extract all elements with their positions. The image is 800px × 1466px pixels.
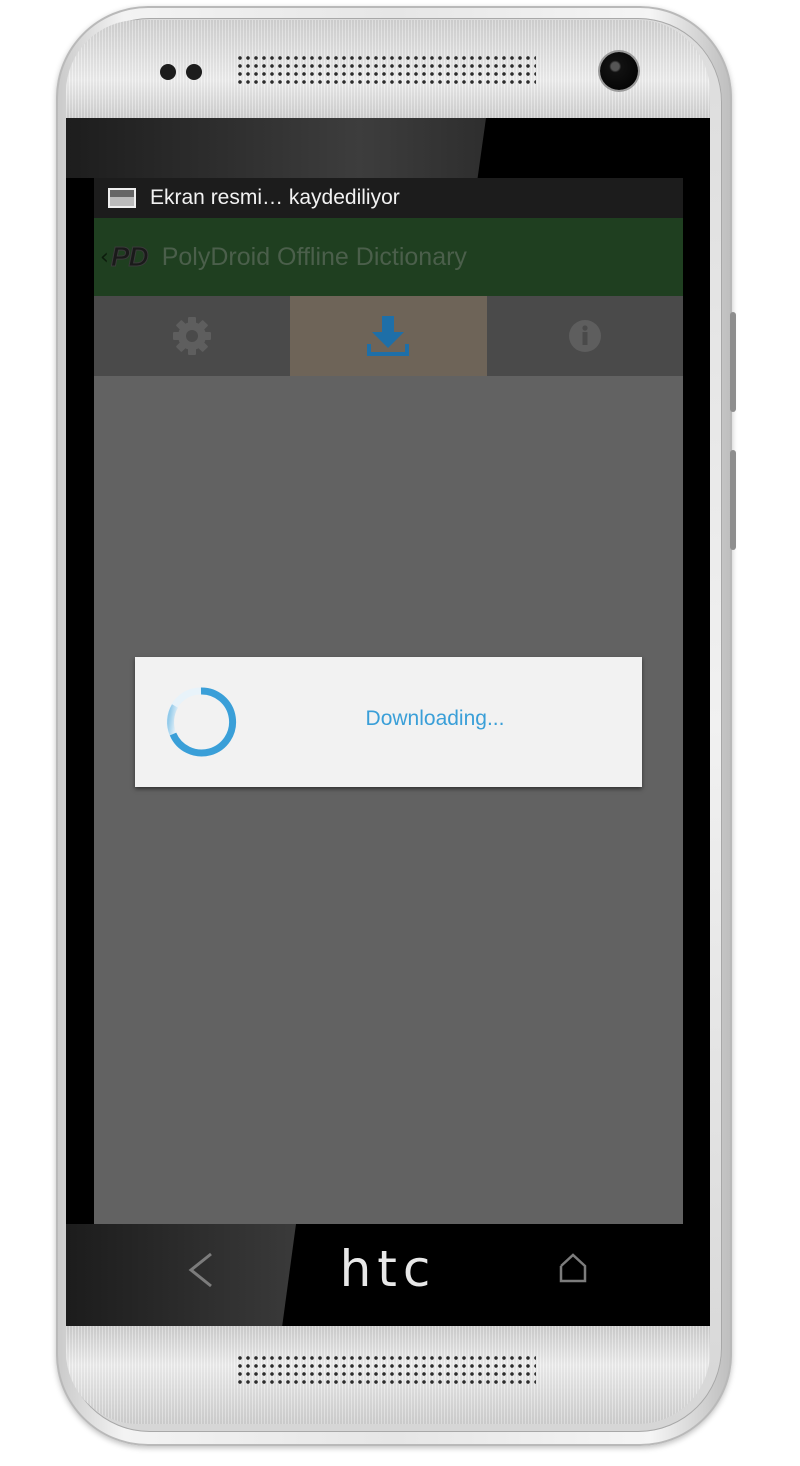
gear-icon (172, 316, 212, 356)
info-icon (568, 319, 602, 353)
tab-bar (94, 296, 683, 376)
tab-info[interactable] (487, 296, 683, 376)
volume-down-button (730, 450, 736, 550)
brand-logo: htc (339, 1240, 437, 1298)
dialog-message: Downloading... (365, 707, 505, 730)
tab-settings[interactable] (94, 296, 290, 376)
app-title: PolyDroid Offline Dictionary (161, 242, 467, 271)
glass-reflection (66, 118, 486, 178)
app-screen: Ekran resmi… kaydediliyor ‹ PD PolyDroid… (94, 178, 683, 1224)
back-icon[interactable] (185, 1250, 217, 1294)
app-logo[interactable]: PD (110, 241, 149, 273)
glass-reflection (66, 1224, 296, 1326)
loading-spinner-icon (165, 686, 237, 758)
bottom-speaker (236, 1354, 536, 1388)
home-icon[interactable] (558, 1252, 588, 1288)
download-icon (366, 314, 410, 358)
screenshot-icon (108, 188, 136, 208)
action-bar: ‹ PD PolyDroid Offline Dictionary (94, 218, 683, 296)
up-caret-icon[interactable]: ‹ (100, 245, 109, 270)
status-notification-text: Ekran resmi… kaydediliyor (150, 186, 400, 209)
front-camera-icon (600, 52, 638, 90)
earpiece-speaker (236, 54, 536, 88)
bottom-bezel (66, 1326, 710, 1424)
volume-up-button (730, 312, 736, 412)
sensor-dot (186, 64, 202, 80)
tab-download[interactable] (290, 296, 487, 376)
status-bar[interactable]: Ekran resmi… kaydediliyor (94, 178, 683, 218)
sensor-dot (160, 64, 176, 80)
progress-dialog: Downloading... (135, 657, 642, 787)
